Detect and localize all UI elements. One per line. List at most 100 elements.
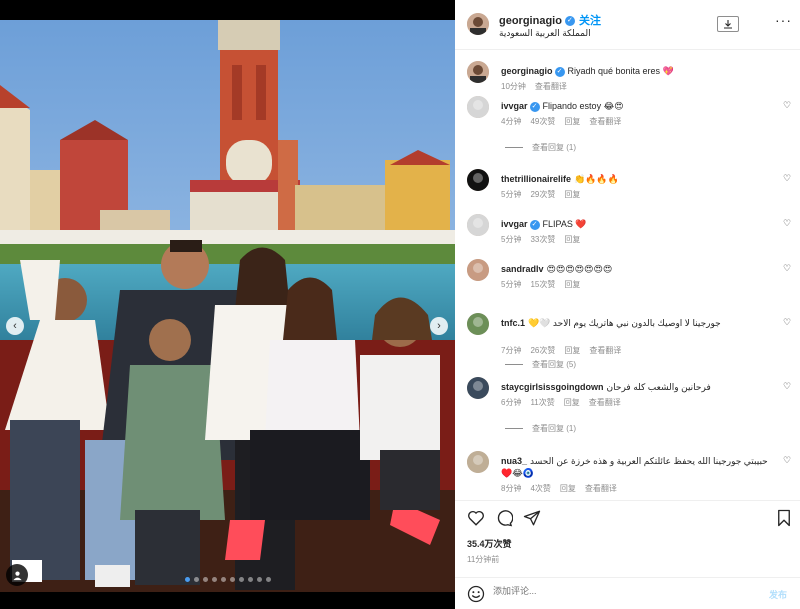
comment-text: جورجينا لا اوصيك بالدون نبي هاتريك يوم ا…: [528, 318, 721, 328]
comment-time: 4分钟: [501, 117, 522, 126]
reply-link[interactable]: 回复: [564, 190, 580, 199]
like-comment-icon[interactable]: ♡: [783, 455, 791, 466]
avatar[interactable]: [467, 377, 489, 399]
comment-username[interactable]: ivvgar: [501, 219, 528, 229]
avatar[interactable]: [467, 259, 489, 281]
chevron-left-icon[interactable]: ‹: [6, 317, 24, 335]
post-author: georginagio ✓ 关注: [499, 12, 601, 28]
avatar[interactable]: [467, 169, 489, 191]
comment-username[interactable]: sandradlv: [501, 264, 544, 274]
reply-link[interactable]: 回复: [564, 235, 580, 244]
like-comment-icon[interactable]: ♡: [783, 317, 791, 328]
emoji-icon[interactable]: [467, 585, 485, 603]
comment-username[interactable]: nua3_: [501, 456, 527, 466]
author-username[interactable]: georginagio: [499, 15, 562, 27]
like-comment-icon[interactable]: ♡: [783, 381, 791, 392]
post-time: 11分钟前: [467, 555, 500, 564]
comment-text: فرحانين والشعب كله فرحان: [606, 382, 711, 392]
comment-username[interactable]: staycgirlsissgoingdown: [501, 382, 604, 392]
reply-link[interactable]: 回复: [564, 346, 580, 355]
heart-icon[interactable]: [467, 509, 485, 527]
comment-text: حبيبتي جورجينا الله يحفظ عائلتكم العربية…: [501, 456, 768, 478]
comment-icon[interactable]: [495, 509, 513, 527]
comment-username[interactable]: thetrillionairelife: [501, 174, 571, 184]
comment-time: 8分钟: [501, 484, 522, 493]
carousel-dot: [256, 577, 262, 582]
avatar[interactable]: [467, 13, 489, 35]
comment-text: Flipando estoy 😂😍: [542, 101, 624, 111]
reply-link[interactable]: 回复: [564, 398, 580, 407]
translate-link[interactable]: 查看翻译: [535, 82, 567, 91]
follow-button[interactable]: 关注: [579, 15, 601, 27]
translate-link[interactable]: 查看翻译: [589, 117, 621, 126]
comment-likes[interactable]: 26次赞: [530, 346, 555, 355]
post-location[interactable]: المملكة العربية السعودية: [499, 28, 591, 39]
verified-badge-icon: ✓: [564, 16, 575, 27]
caption-text: Riyadh qué bonita eres 💖: [567, 66, 674, 76]
avatar[interactable]: [467, 451, 489, 473]
comment-likes[interactable]: 11次赞: [530, 398, 554, 407]
reply-link[interactable]: 回复: [564, 117, 580, 126]
translate-link[interactable]: 查看翻译: [589, 398, 621, 407]
avatar[interactable]: [467, 96, 489, 118]
likes-count[interactable]: 35.4万次赞: [467, 537, 512, 550]
translate-link[interactable]: 查看翻译: [585, 484, 617, 493]
like-comment-icon[interactable]: ♡: [783, 100, 791, 111]
comment-time: 5分钟: [501, 235, 522, 244]
bookmark-icon[interactable]: [775, 509, 793, 527]
carousel-dot: [247, 577, 253, 582]
comment-likes[interactable]: 4次赞: [530, 484, 550, 493]
comment-input[interactable]: [493, 586, 753, 596]
comment-text: 😍😍😍😍😍😍😍: [546, 264, 613, 274]
share-icon[interactable]: [523, 509, 541, 527]
comment-text: 👏🔥🔥🔥: [574, 174, 619, 184]
view-replies-link[interactable]: 查看回复 (1): [505, 142, 576, 153]
post-details-panel: georginagio ✓ 关注 المملكة العربية السعودية …: [455, 0, 800, 609]
carousel-dot: [220, 577, 226, 582]
action-bar: 35.4万次赞 11分钟前: [455, 500, 800, 570]
comment-time: 5分钟: [501, 190, 522, 199]
like-comment-icon[interactable]: ♡: [783, 263, 791, 274]
carousel-dot: [229, 577, 235, 582]
avatar[interactable]: [467, 61, 489, 83]
comments-list[interactable]: georginagio ✓ Riyadh qué bonita eres 💖 10分…: [455, 51, 800, 500]
comment-likes[interactable]: 29次赞: [530, 190, 555, 199]
comment-username[interactable]: tnfc.1: [501, 318, 525, 328]
comment-likes[interactable]: 49次赞: [530, 117, 555, 126]
verified-badge-icon: ✓: [529, 219, 540, 230]
view-replies-link[interactable]: 查看回复 (5): [505, 359, 576, 370]
comment-time: 5分钟: [501, 280, 522, 289]
comment-username[interactable]: ivvgar: [501, 101, 528, 111]
comment-time: 6分钟: [501, 398, 522, 407]
like-comment-icon[interactable]: ♡: [783, 218, 791, 229]
comment-text: FLIPAS ❤️: [542, 219, 587, 229]
avatar[interactable]: [467, 214, 489, 236]
carousel-dot: [265, 577, 271, 582]
chevron-right-icon[interactable]: ›: [430, 317, 448, 335]
post-comment-button[interactable]: 发布: [769, 588, 787, 601]
family-photo-image: [0, 20, 455, 592]
comment-likes[interactable]: 33次赞: [530, 235, 555, 244]
carousel-dot: [211, 577, 217, 582]
comment-likes[interactable]: 15次赞: [530, 280, 555, 289]
instagram-post: ‹ › georginagio ✓ 关注 المملكة العربية السعو…: [0, 0, 800, 609]
reply-link[interactable]: 回复: [564, 280, 580, 289]
avatar[interactable]: [467, 313, 489, 335]
carousel-dot: [202, 577, 208, 582]
verified-badge-icon: ✓: [529, 101, 540, 112]
like-comment-icon[interactable]: ♡: [783, 173, 791, 184]
carousel-dot: [193, 577, 199, 582]
post-photo[interactable]: ‹ ›: [0, 20, 455, 592]
carousel-dot: [238, 577, 244, 582]
view-replies-link[interactable]: 查看回复 (1): [505, 423, 576, 434]
more-options-icon[interactable]: ···: [775, 12, 792, 28]
download-icon[interactable]: [717, 16, 739, 32]
translate-link[interactable]: 查看翻译: [589, 346, 621, 355]
post-header: georginagio ✓ 关注 المملكة العربية السعودية …: [455, 0, 800, 50]
carousel-dot: [184, 577, 190, 582]
caption-time: 10分钟: [501, 82, 526, 91]
reply-link[interactable]: 回复: [560, 484, 576, 493]
caption-username[interactable]: georginagio: [501, 66, 553, 76]
tag-user-icon[interactable]: [6, 564, 28, 586]
carousel-indicator: [0, 577, 455, 582]
